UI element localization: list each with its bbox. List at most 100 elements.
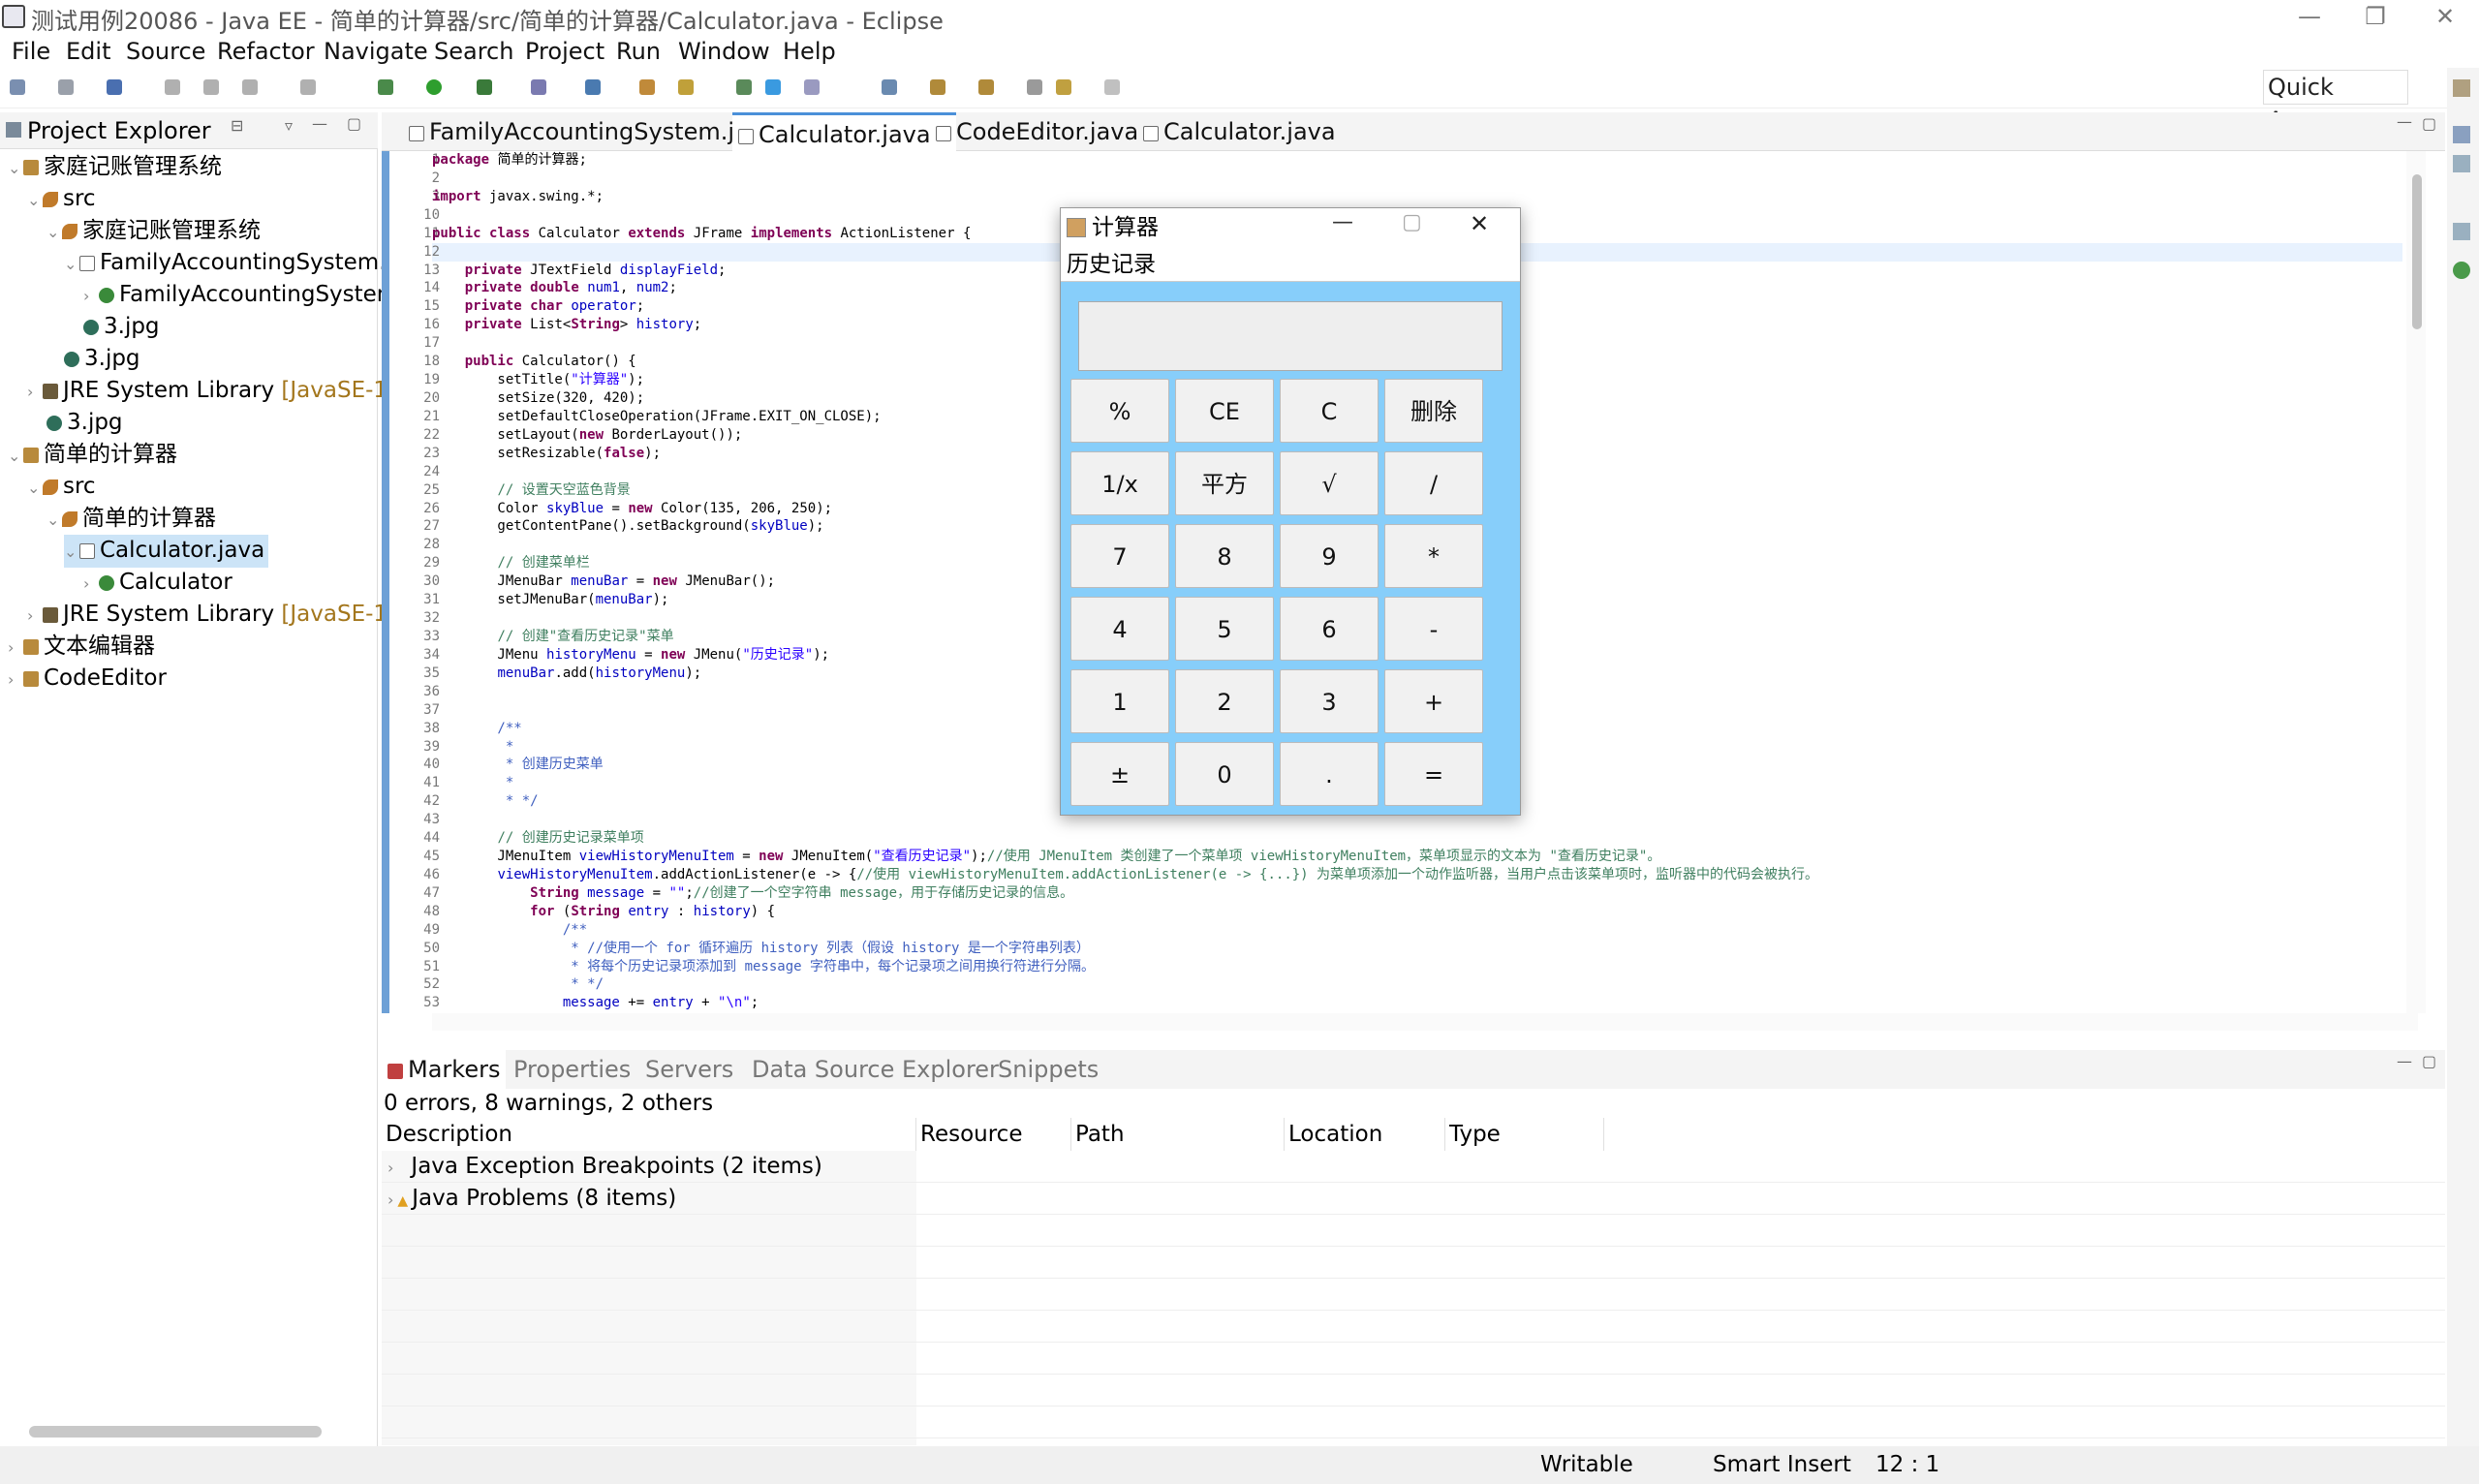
annotation-next-icon[interactable] bbox=[930, 79, 945, 95]
calc-button-multiply[interactable]: * bbox=[1384, 524, 1483, 588]
calc-button-equals[interactable]: = bbox=[1384, 742, 1483, 806]
code-line[interactable]: JMenuItem viewHistoryMenuItem = new JMen… bbox=[432, 848, 2418, 866]
menu-window[interactable]: Window bbox=[678, 35, 770, 68]
calc-button-negate[interactable]: ± bbox=[1070, 742, 1169, 806]
tree-item-src[interactable]: ⌄ src bbox=[27, 471, 96, 504]
tree-item-java-file[interactable]: ⌄ FamilyAccountingSystem.ja bbox=[64, 247, 406, 280]
calc-button-0[interactable]: 0 bbox=[1175, 742, 1274, 806]
editor-horizontal-scrollbar[interactable] bbox=[432, 1013, 2418, 1031]
menu-help[interactable]: Help bbox=[783, 35, 836, 68]
calculator-display[interactable] bbox=[1078, 301, 1503, 371]
editor-scroll-thumb[interactable] bbox=[2412, 174, 2422, 329]
tab-data-source-explorer[interactable]: Data Source Explorer bbox=[746, 1050, 1005, 1089]
project-explorer-title[interactable]: Project Explorer bbox=[27, 114, 211, 147]
code-line[interactable]: for (String entry : history) { bbox=[432, 903, 2418, 921]
tab-snippets[interactable]: Snippets bbox=[992, 1050, 1104, 1089]
tree-item-package[interactable]: ⌄ 家庭记账管理系统 bbox=[46, 215, 261, 248]
external-tools-icon[interactable] bbox=[531, 79, 546, 95]
tree-item-image[interactable]: 3.jpg bbox=[64, 343, 140, 375]
tab-markers[interactable]: Markers bbox=[382, 1050, 507, 1089]
tree-item-class[interactable]: › Calculator bbox=[83, 567, 232, 600]
maximize-view-icon[interactable]: ▢ bbox=[347, 114, 361, 133]
tree-item-project[interactable]: ⌄ 家庭记账管理系统 bbox=[8, 151, 222, 184]
menu-file[interactable]: File bbox=[12, 35, 50, 68]
tree-item-class[interactable]: › FamilyAccountingSystem bbox=[83, 279, 398, 312]
last-edit-icon[interactable] bbox=[1027, 79, 1042, 95]
suspend-icon[interactable] bbox=[203, 79, 219, 95]
tree-item-project[interactable]: ⌄ 简单的计算器 bbox=[8, 439, 177, 472]
step-icon[interactable] bbox=[300, 79, 316, 95]
code-line[interactable]: viewHistoryMenuItem.addActionListener(e … bbox=[432, 866, 2418, 884]
calc-button-clear-entry[interactable]: CE bbox=[1175, 379, 1274, 443]
menu-project[interactable]: Project bbox=[525, 35, 604, 68]
column-type[interactable]: Type bbox=[1445, 1118, 1604, 1151]
calc-button-clear[interactable]: C bbox=[1280, 379, 1379, 443]
tree-item-project[interactable]: › 文本编辑器 bbox=[8, 631, 155, 664]
skip-breakpoints-icon[interactable] bbox=[165, 79, 180, 95]
tab-calculator-2[interactable]: Calculator.java bbox=[1137, 112, 1342, 151]
calc-button-4[interactable]: 4 bbox=[1070, 597, 1169, 661]
tree-item-project[interactable]: › CodeEditor bbox=[8, 663, 167, 696]
code-line[interactable]: // 创建历史记录菜单项 bbox=[432, 829, 2418, 848]
view-menu-icon[interactable]: ▿ bbox=[285, 116, 293, 135]
tree-item-src[interactable]: ⌄ src bbox=[27, 183, 96, 216]
code-line[interactable]: * //使用一个 for 循环遍历 history 列表（假设 history … bbox=[432, 940, 2418, 958]
column-path[interactable]: Path bbox=[1071, 1118, 1285, 1151]
marker-row[interactable]: › ▲ Java Problems (8 items) bbox=[382, 1183, 2445, 1215]
minimize-view-icon[interactable]: — bbox=[312, 114, 327, 133]
new-server-icon[interactable] bbox=[585, 79, 601, 95]
calc-button-9[interactable]: 9 bbox=[1280, 524, 1379, 588]
open-perspective-icon[interactable] bbox=[2453, 79, 2470, 97]
toggle-mark-occurrences-icon[interactable] bbox=[765, 79, 781, 95]
show-whitespace-icon[interactable] bbox=[882, 79, 897, 95]
maximize-editor-icon[interactable]: ▢ bbox=[2422, 114, 2436, 133]
history-menu[interactable]: 历史记录 bbox=[1067, 249, 1156, 280]
tree-item-image[interactable]: 3.jpg bbox=[46, 407, 123, 439]
code-line[interactable]: String message = "";//创建了一个空字符串 message，… bbox=[432, 884, 2418, 903]
code-line[interactable]: /** bbox=[432, 921, 2418, 940]
minimize-button[interactable]: — bbox=[2280, 0, 2339, 35]
tab-code-editor[interactable]: CodeEditor.java bbox=[930, 112, 1144, 151]
tab-properties[interactable]: Properties bbox=[508, 1050, 636, 1089]
calc-button-percent[interactable]: % bbox=[1070, 379, 1169, 443]
menu-edit[interactable]: Edit bbox=[66, 35, 110, 68]
tab-family-accounting[interactable]: FamilyAccountingSystem.java bbox=[403, 112, 783, 151]
quick-access-field[interactable]: Quick Access bbox=[2263, 70, 2408, 134]
explorer-horizontal-scrollbar[interactable] bbox=[29, 1426, 322, 1438]
search-icon[interactable] bbox=[736, 79, 752, 95]
marker-row[interactable]: › Java Exception Breakpoints (2 items) bbox=[382, 1151, 2445, 1183]
close-button[interactable]: ✕ bbox=[2416, 0, 2474, 35]
tree-item-package[interactable]: ⌄ 简单的计算器 bbox=[46, 503, 216, 536]
menu-source[interactable]: Source bbox=[126, 35, 205, 68]
tab-calculator-active[interactable]: Calculator.java ✕ bbox=[732, 112, 956, 151]
calc-minimize-button[interactable]: — bbox=[1332, 210, 1353, 234]
column-location[interactable]: Location bbox=[1285, 1118, 1445, 1151]
column-resource[interactable]: Resource bbox=[916, 1118, 1071, 1151]
coverage-icon[interactable] bbox=[477, 79, 492, 95]
column-description[interactable]: Description bbox=[382, 1118, 916, 1151]
calc-button-decimal[interactable]: . bbox=[1280, 742, 1379, 806]
menu-navigate[interactable]: Navigate bbox=[324, 35, 428, 68]
minimize-editor-icon[interactable]: — bbox=[2397, 112, 2412, 131]
code-line[interactable]: package 简单的计算器; bbox=[432, 151, 2418, 170]
minimize-markers-icon[interactable]: — bbox=[2397, 1052, 2412, 1070]
calc-button-divide[interactable]: / bbox=[1384, 451, 1483, 515]
task-list-icon[interactable] bbox=[2453, 155, 2470, 172]
calc-button-5[interactable]: 5 bbox=[1175, 597, 1274, 661]
tree-item-jre[interactable]: › JRE System Library [JavaSE-1.8 bbox=[27, 599, 409, 632]
calc-button-6[interactable]: 6 bbox=[1280, 597, 1379, 661]
save-icon[interactable] bbox=[58, 79, 74, 95]
menu-search[interactable]: Search bbox=[434, 35, 513, 68]
calc-button-8[interactable]: 8 bbox=[1175, 524, 1274, 588]
menu-refactor[interactable]: Refactor bbox=[217, 35, 315, 68]
terminal-icon[interactable] bbox=[107, 79, 122, 95]
collapse-all-icon[interactable]: ⊟ bbox=[231, 116, 243, 135]
tab-servers[interactable]: Servers bbox=[639, 1050, 739, 1089]
new-icon[interactable] bbox=[10, 79, 25, 95]
calc-button-1[interactable]: 1 bbox=[1070, 669, 1169, 733]
palette-icon[interactable] bbox=[2453, 262, 2470, 279]
menu-run[interactable]: Run bbox=[616, 35, 661, 68]
calc-button-7[interactable]: 7 bbox=[1070, 524, 1169, 588]
calc-button-plus[interactable]: + bbox=[1384, 669, 1483, 733]
code-line[interactable]: * */ bbox=[432, 975, 2418, 994]
